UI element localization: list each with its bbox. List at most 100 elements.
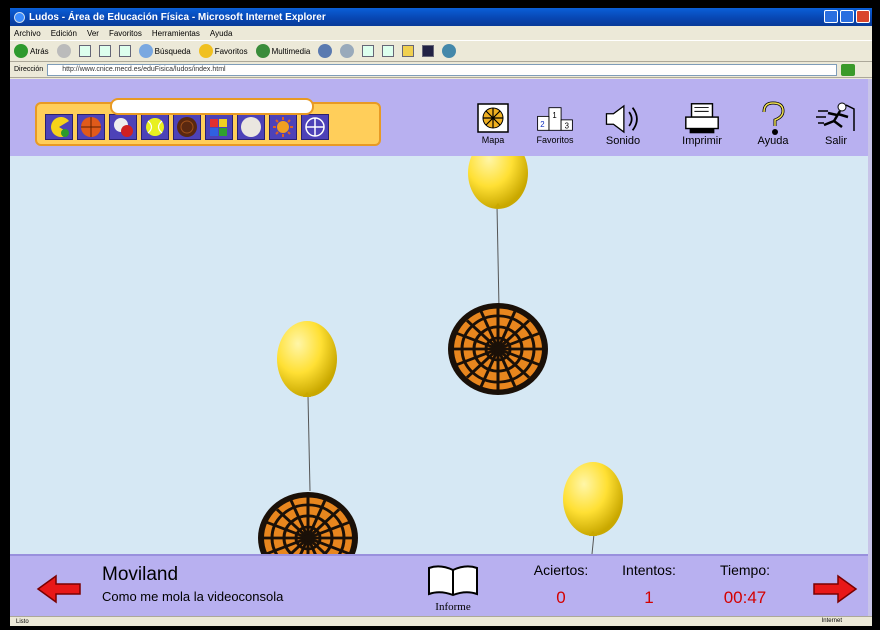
back-button[interactable]: Atrás xyxy=(14,44,49,58)
menu-herramientas[interactable]: Herramientas xyxy=(152,29,200,38)
page-scrollbar[interactable] xyxy=(868,79,872,616)
back-label: Atrás xyxy=(30,46,49,56)
game-sun-button[interactable] xyxy=(269,114,297,140)
address-bar: Dirección http://www.cnice.mecd.es/eduFi… xyxy=(10,62,872,78)
go-button[interactable] xyxy=(841,63,856,76)
favoritos-label: Favoritos xyxy=(536,135,574,145)
edit-icon[interactable] xyxy=(382,45,395,57)
game-subtitle: Como me mola la videoconsola xyxy=(102,589,284,604)
app-header: Mapa 1 2 3 Favoritos Sonido Imprimir Ayu… xyxy=(10,79,872,156)
research-icon[interactable] xyxy=(442,44,457,58)
tiempo-value: 00:47 xyxy=(723,588,767,607)
security-zone: Internet xyxy=(821,618,842,624)
speaker-icon xyxy=(605,104,638,134)
multimedia-label: Multimedia xyxy=(271,46,311,56)
game-title: Moviland xyxy=(102,564,179,585)
pacman-icon xyxy=(51,117,69,137)
help-question-icon xyxy=(762,101,785,135)
aciertos-stat: Aciertos: 0 xyxy=(518,562,604,608)
maximize-button[interactable] xyxy=(840,10,854,23)
game-canvas xyxy=(256,156,623,554)
menu-ver[interactable]: Ver xyxy=(87,29,99,38)
tiempo-stat: Tiempo: 00:47 xyxy=(702,562,788,608)
browser-toolbar: Atrás Búsqueda Favoritos Multimedia xyxy=(10,40,872,62)
search-label: Búsqueda xyxy=(154,46,191,56)
exit-runner-icon xyxy=(816,102,855,131)
game-white-ball-button[interactable] xyxy=(237,114,265,140)
folder-icon[interactable] xyxy=(402,45,415,57)
game-playfield[interactable] xyxy=(10,156,872,554)
informe-button[interactable]: Informe xyxy=(426,562,480,613)
messenger-icon[interactable] xyxy=(422,45,435,57)
refresh-icon[interactable] xyxy=(98,45,111,57)
svg-text:3: 3 xyxy=(565,122,569,131)
aciertos-label: Aciertos: xyxy=(533,562,589,578)
palette-title-box xyxy=(110,98,314,115)
balloon-1[interactable] xyxy=(468,156,528,309)
browser-window: Ludos - Área de Educación Física - Micro… xyxy=(10,8,872,626)
salir-label: Salir xyxy=(824,135,847,147)
informe-label: Informe xyxy=(435,601,471,613)
title-bar: Ludos - Área de Educación Física - Micro… xyxy=(10,8,872,26)
balloon-3[interactable] xyxy=(563,462,623,554)
imprimir-button[interactable]: Imprimir xyxy=(682,101,722,147)
address-input[interactable]: http://www.cnice.mecd.es/eduFisica/ludos… xyxy=(47,63,838,76)
game-target-button[interactable] xyxy=(301,114,329,140)
address-label: Dirección xyxy=(14,66,44,73)
balloon-2[interactable] xyxy=(277,321,337,492)
game-blocks-button[interactable] xyxy=(205,114,233,140)
tennis-ball-icon xyxy=(146,118,164,136)
intentos-label: Intentos: xyxy=(622,562,676,578)
search-icon xyxy=(138,44,153,58)
star-icon xyxy=(198,44,213,58)
previous-arrow-icon[interactable] xyxy=(36,574,82,604)
imprimir-label: Imprimir xyxy=(682,135,722,147)
menu-edicion[interactable]: Edición xyxy=(51,29,77,38)
history-icon[interactable] xyxy=(318,44,333,58)
mapa-button[interactable]: Mapa xyxy=(473,101,513,145)
blocks-icon xyxy=(210,119,227,136)
minimize-button[interactable] xyxy=(824,10,838,23)
podium-icon: 1 2 3 xyxy=(537,107,573,131)
close-button[interactable] xyxy=(856,10,870,23)
sonido-button[interactable]: Sonido xyxy=(603,101,643,147)
ayuda-button[interactable]: Ayuda xyxy=(753,101,793,147)
mapa-label: Mapa xyxy=(481,135,505,145)
aciertos-value: 0 xyxy=(556,588,566,607)
multimedia-button[interactable]: Multimedia xyxy=(255,44,311,58)
game-tennis-button[interactable] xyxy=(141,114,169,140)
book-icon xyxy=(428,565,478,597)
stop-icon[interactable] xyxy=(78,45,91,57)
menu-ayuda[interactable]: Ayuda xyxy=(210,29,233,38)
sun-icon xyxy=(273,117,293,137)
favoritos-button[interactable]: 1 2 3 Favoritos xyxy=(535,101,575,145)
hitball-icon xyxy=(114,118,133,137)
svg-text:2: 2 xyxy=(540,120,544,129)
basketball-icon xyxy=(81,117,101,137)
print-icon[interactable] xyxy=(362,45,375,57)
dartboard-1 xyxy=(446,301,550,397)
white-ball-icon xyxy=(241,117,261,137)
search-button[interactable]: Búsqueda xyxy=(138,44,191,58)
game-hitball-button[interactable] xyxy=(109,114,137,140)
dartboard-2 xyxy=(256,490,360,554)
next-arrow-icon[interactable] xyxy=(812,574,858,604)
game-dark-ball-button[interactable] xyxy=(173,114,201,140)
svg-text:1: 1 xyxy=(552,111,556,120)
target-icon xyxy=(305,117,325,137)
favorites-button[interactable]: Favoritos xyxy=(198,44,248,58)
menu-archivo[interactable]: Archivo xyxy=(14,29,41,38)
menu-favoritos[interactable]: Favoritos xyxy=(109,29,142,38)
forward-button[interactable] xyxy=(56,44,71,58)
multimedia-icon xyxy=(255,44,270,58)
map-icon xyxy=(477,103,509,133)
home-icon[interactable] xyxy=(118,45,131,57)
mail-icon[interactable] xyxy=(340,44,355,58)
sonido-label: Sonido xyxy=(605,135,641,147)
status-text: Listo xyxy=(16,618,29,625)
favorites-label: Favoritos xyxy=(214,46,248,56)
intentos-stat: Intentos: 1 xyxy=(606,562,692,608)
game-pacman-button[interactable] xyxy=(45,114,73,140)
game-basketball-button[interactable] xyxy=(77,114,105,140)
salir-button[interactable]: Salir xyxy=(816,101,856,147)
